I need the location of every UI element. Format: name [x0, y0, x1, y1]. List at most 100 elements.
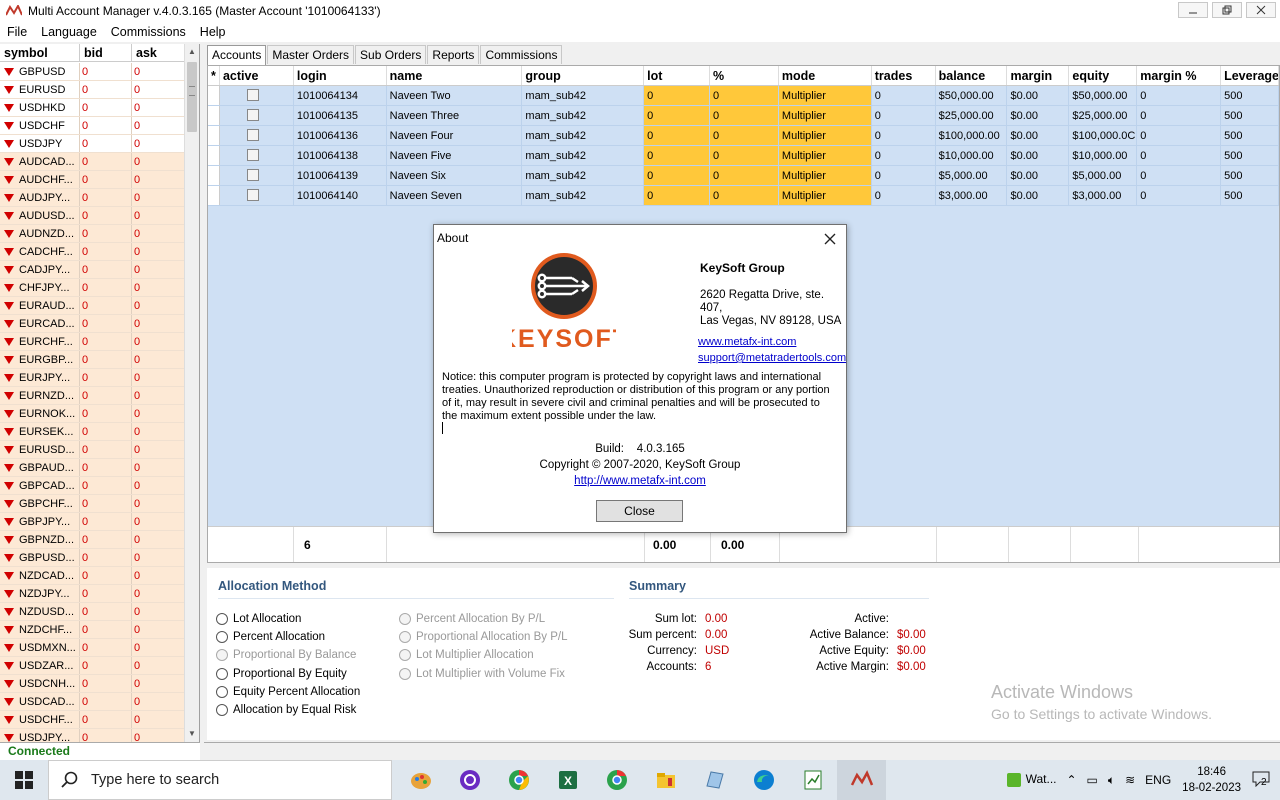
trades-cell[interactable]: 0: [872, 146, 936, 165]
meet-now-icon[interactable]: ▭: [1082, 773, 1103, 787]
symbol-row[interactable]: GBPNZD... 0 0: [0, 531, 184, 549]
taskbar-mam-app[interactable]: [837, 760, 886, 800]
balance-cell[interactable]: $100,000.00: [936, 126, 1008, 145]
margin-percent-cell[interactable]: 0: [1137, 126, 1222, 145]
balance-cell[interactable]: $5,000.00: [936, 166, 1008, 185]
active-checkbox[interactable]: [246, 169, 259, 182]
col-login[interactable]: login: [294, 66, 387, 85]
tab-commissions[interactable]: Commissions: [480, 45, 563, 64]
percent-cell[interactable]: 0: [710, 126, 779, 145]
margin-cell[interactable]: $0.00: [1007, 186, 1070, 205]
radio-button[interactable]: [216, 685, 228, 698]
margin-cell[interactable]: $0.00: [1007, 166, 1070, 185]
mode-cell[interactable]: Multiplier: [778, 146, 872, 165]
symbol-row[interactable]: CADJPY... 0 0: [0, 261, 184, 279]
website-link[interactable]: www.metafx-int.com: [698, 336, 796, 348]
symbol-row[interactable]: EURCAD... 0 0: [0, 315, 184, 333]
name-cell[interactable]: Naveen Three: [387, 106, 523, 125]
symbol-row[interactable]: USDMXN... 0 0: [0, 639, 184, 657]
login-cell[interactable]: 1010064136: [294, 126, 387, 145]
scroll-thumb[interactable]: [187, 62, 197, 132]
account-row[interactable]: 1010064136 Naveen Four mam_sub42 0 0 Multipli…: [208, 126, 1279, 146]
symbol-row[interactable]: GBPCAD... 0 0: [0, 477, 184, 495]
col-equity[interactable]: equity: [1069, 66, 1138, 85]
lot-cell[interactable]: 0: [644, 126, 711, 145]
taskbar-paint-app[interactable]: [396, 760, 445, 800]
login-cell[interactable]: 1010064134: [294, 86, 387, 105]
weather-widget[interactable]: Wat...: [1001, 772, 1061, 788]
symbol-row[interactable]: USDCNH... 0 0: [0, 675, 184, 693]
login-cell[interactable]: 1010064140: [294, 186, 387, 205]
scroll-down-icon[interactable]: ▼: [185, 726, 199, 742]
col-ask-header[interactable]: ask: [132, 44, 184, 61]
col-balance[interactable]: balance: [936, 66, 1008, 85]
symbol-row[interactable]: NZDCAD... 0 0: [0, 567, 184, 585]
margin-percent-cell[interactable]: 0: [1137, 86, 1222, 105]
col-percent[interactable]: %: [710, 66, 779, 85]
symbol-row[interactable]: USDJPY 0 0: [0, 135, 184, 153]
account-row[interactable]: 1010064134 Naveen Two mam_sub42 0 0 Multiplie…: [208, 86, 1279, 106]
equity-cell[interactable]: $5,000.00: [1069, 166, 1138, 185]
symbol-row[interactable]: USDZAR... 0 0: [0, 657, 184, 675]
tab-accounts[interactable]: Accounts: [207, 45, 267, 65]
symbol-row[interactable]: CADCHF... 0 0: [0, 243, 184, 261]
account-row[interactable]: 1010064139 Naveen Six mam_sub42 0 0 Multiplie…: [208, 166, 1279, 186]
allocation-option[interactable]: Lot Allocation: [216, 613, 301, 625]
row-selector[interactable]: [208, 146, 220, 165]
menu-language[interactable]: Language: [34, 25, 104, 39]
active-checkbox[interactable]: [246, 109, 259, 122]
taskbar-notes-app[interactable]: [690, 760, 739, 800]
symbol-row[interactable]: GBPCHF... 0 0: [0, 495, 184, 513]
col-bid-header[interactable]: bid: [80, 44, 132, 61]
radio-button[interactable]: [216, 613, 228, 625]
symbol-row[interactable]: USDCHF... 0 0: [0, 711, 184, 729]
symbol-row[interactable]: EURJPY... 0 0: [0, 369, 184, 387]
trades-cell[interactable]: 0: [872, 186, 936, 205]
scroll-up-icon[interactable]: ▲: [185, 44, 199, 60]
row-selector[interactable]: [208, 126, 220, 145]
lot-cell[interactable]: 0: [644, 146, 711, 165]
symbol-row[interactable]: AUDCAD... 0 0: [0, 153, 184, 171]
percent-cell[interactable]: 0: [710, 166, 779, 185]
leverage-cell[interactable]: 500: [1221, 186, 1279, 205]
menu-file[interactable]: File: [0, 25, 34, 39]
radio-button[interactable]: [216, 667, 228, 680]
start-button[interactable]: [0, 760, 48, 800]
tab-reports[interactable]: Reports: [427, 45, 480, 64]
wifi-icon[interactable]: ≋: [1120, 773, 1140, 787]
group-cell[interactable]: mam_sub42: [522, 106, 645, 125]
language-indicator[interactable]: ENG: [1140, 773, 1176, 787]
about-close-icon[interactable]: [822, 227, 838, 250]
mode-cell[interactable]: Multiplier: [778, 106, 872, 125]
margin-percent-cell[interactable]: 0: [1137, 106, 1222, 125]
group-cell[interactable]: mam_sub42: [522, 166, 645, 185]
active-checkbox[interactable]: [246, 149, 259, 162]
percent-cell[interactable]: 0: [710, 186, 779, 205]
mode-cell[interactable]: Multiplier: [778, 86, 872, 105]
symbol-row[interactable]: GBPAUD... 0 0: [0, 459, 184, 477]
radio-button[interactable]: [216, 704, 228, 716]
margin-cell[interactable]: $0.00: [1007, 126, 1070, 145]
leverage-cell[interactable]: 500: [1221, 166, 1279, 185]
balance-cell[interactable]: $3,000.00: [936, 186, 1008, 205]
symbol-row[interactable]: NZDJPY... 0 0: [0, 585, 184, 603]
taskbar-search[interactable]: Type here to search: [48, 760, 392, 800]
balance-cell[interactable]: $10,000.00: [936, 146, 1008, 165]
lot-cell[interactable]: 0: [644, 186, 711, 205]
col-margin-percent[interactable]: margin %: [1137, 66, 1222, 85]
trades-cell[interactable]: 0: [872, 106, 936, 125]
equity-cell[interactable]: $50,000.00: [1069, 86, 1138, 105]
margin-percent-cell[interactable]: 0: [1137, 166, 1222, 185]
support-email-link[interactable]: support@metatradertools.com: [698, 352, 846, 364]
account-row[interactable]: 1010064135 Naveen Three mam_sub42 0 0 Multipl…: [208, 106, 1279, 126]
symbol-row[interactable]: NZDUSD... 0 0: [0, 603, 184, 621]
symbol-row[interactable]: EURNZD... 0 0: [0, 387, 184, 405]
tab-sub-orders[interactable]: Sub Orders: [355, 45, 427, 64]
col-leverage[interactable]: Leverage: [1221, 66, 1279, 85]
login-cell[interactable]: 1010064139: [294, 166, 387, 185]
minimize-button[interactable]: [1178, 2, 1208, 18]
taskbar-edge-app[interactable]: [739, 760, 788, 800]
symbol-row[interactable]: EURSEK... 0 0: [0, 423, 184, 441]
clock[interactable]: 18:46 18-02-2023: [1176, 764, 1247, 796]
mode-cell[interactable]: Multiplier: [778, 126, 872, 145]
